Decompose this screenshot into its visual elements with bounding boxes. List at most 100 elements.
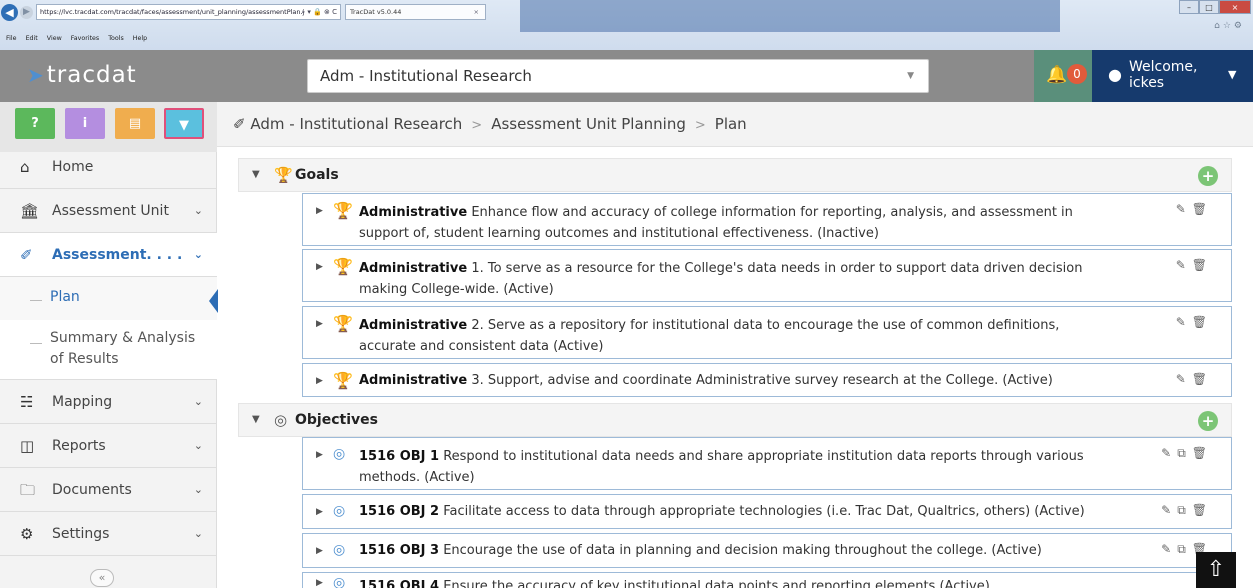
objective-row[interactable]: ▶ ◎ 1516 OBJ 1 Respond to institutional … [302,437,1232,490]
sidebar-item-settings[interactable]: ⚙ Settings ⌄ [0,512,217,556]
trash-icon[interactable]: 🗑 [1192,446,1213,460]
objective-text: 1516 OBJ 1 Respond to institutional data… [359,446,1119,488]
expand-triangle-icon[interactable]: ▶ [316,507,323,517]
notes-button[interactable]: ▤ [115,108,155,139]
sidebar-item-reports[interactable]: ◫ Reports ⌄ [0,424,217,468]
window-controls: – □ × [1179,0,1251,15]
gear-browser-icon[interactable]: ⚙ [1234,21,1245,31]
edit-icon[interactable]: ✎ [1161,503,1177,517]
sidebar-item-home[interactable]: ⌂ Home [0,145,217,189]
sidebar-subitem-label: Plan [50,289,80,305]
trash-icon[interactable]: 🗑 [1192,372,1213,386]
menu-help[interactable]: Help [133,35,147,42]
menu-tools[interactable]: Tools [108,35,124,42]
columns-icon: ◫ [20,437,35,455]
trash-icon[interactable]: 🗑 [1192,202,1213,216]
notifications-button[interactable]: 🔔 0 [1034,50,1092,102]
home-browser-icon[interactable]: ⌂ [1214,21,1223,31]
expand-triangle-icon[interactable]: ▶ [316,546,323,556]
menu-bar: File Edit View Favorites Tools Help [0,33,1253,45]
star-icon[interactable]: ☆ [1223,21,1234,31]
logo[interactable]: ➤tracdat [27,62,137,88]
copy-icon[interactable]: ⧉ [1177,542,1192,556]
menu-file[interactable]: File [6,35,17,42]
sidebar-item-documents[interactable]: 🗀 Documents ⌄ [0,468,217,512]
goal-row[interactable]: ▶ 🏆 Administrative 1. To serve as a reso… [302,249,1232,302]
row-actions: ✎⧉🗑 [1161,503,1213,518]
minimize-icon[interactable]: – [1179,0,1199,14]
goal-row[interactable]: ▶ 🏆 Administrative 3. Support, advise an… [302,363,1232,397]
back-icon[interactable]: ◀ [1,4,18,21]
expand-triangle-icon[interactable]: ▶ [316,206,323,216]
pencil-icon: ✐ [233,115,246,133]
copy-icon[interactable]: ⧉ [1177,503,1192,517]
edit-icon[interactable]: ✎ [1161,542,1177,556]
goal-row[interactable]: ▶ 🏆 Administrative Enhance flow and accu… [302,193,1232,246]
objective-row[interactable]: ▶ ◎ 1516 OBJ 3 Encourage the use of data… [302,533,1232,568]
sidebar-item-label: Documents [52,482,132,498]
objectives-header[interactable]: ▼ ◎ Objectives + [238,403,1232,437]
trash-icon[interactable]: 🗑 [1192,315,1213,329]
sidebar-item-label: Home [52,159,94,175]
info-button[interactable]: i [65,108,105,139]
target-icon: ◎ [333,503,346,519]
edit-icon[interactable]: ✎ [1176,372,1192,386]
target-icon: ◎ [333,446,346,462]
menu-favorites[interactable]: Favorites [71,35,99,42]
close-tab-icon[interactable]: × [474,5,479,19]
home-icon: ⌂ [20,158,30,176]
expand-triangle-icon[interactable]: ▶ [316,262,323,272]
objective-row[interactable]: ▶ ◎ 1516 OBJ 4 Ensure the accuracy of ke… [302,572,1232,588]
maximize-icon[interactable]: □ [1199,0,1219,14]
trash-icon[interactable]: 🗑 [1192,258,1213,272]
collapse-triangle-icon[interactable]: ▼ [252,404,260,436]
active-marker [209,289,218,313]
welcome-label: Welcome, [1129,59,1198,75]
forward-icon[interactable]: ▶ [20,6,33,19]
objective-text: 1516 OBJ 4 Ensure the accuracy of key in… [359,576,1119,588]
scroll-to-top-button[interactable]: ⇧ [1196,552,1236,588]
expand-triangle-icon[interactable]: ▶ [316,450,323,460]
sidebar-subitem-plan[interactable]: Plan [0,277,218,320]
breadcrumb-item-unit[interactable]: Adm - Institutional Research [250,115,462,133]
breadcrumb-item-planning[interactable]: Assessment Unit Planning [491,115,686,133]
filter-button[interactable]: ▼ [164,108,204,139]
expand-triangle-icon[interactable]: ▶ [316,578,323,588]
sidebar-item-assessment-unit[interactable]: 🏛 Assessment Unit ⌄ [0,189,217,233]
trash-icon[interactable]: 🗑 [1192,503,1213,517]
objective-row[interactable]: ▶ ◎ 1516 OBJ 2 Facilitate access to data… [302,494,1232,529]
goal-type: Administrative [359,261,468,276]
sidebar-item-label: Reports [52,438,106,454]
edit-icon[interactable]: ✎ [1176,202,1192,216]
notification-badge: 0 [1067,64,1087,84]
edit-icon[interactable]: ✎ [1176,315,1192,329]
sidebar-item-assessment[interactable]: ✐ Assessment. . . . ⌄ [0,233,217,277]
edit-icon[interactable]: ✎ [1161,446,1177,460]
menu-edit[interactable]: Edit [26,35,38,42]
collapse-sidebar-button[interactable]: « [90,569,114,587]
menu-view[interactable]: View [47,35,62,42]
close-window-icon[interactable]: × [1219,0,1251,14]
sidebar-item-mapping[interactable]: ☵ Mapping ⌄ [0,380,217,424]
add-goal-button[interactable]: + [1198,166,1218,186]
objective-id: 1516 OBJ 2 [359,504,440,519]
help-button[interactable]: ? [15,108,55,139]
copy-icon[interactable]: ⧉ [1177,446,1192,460]
add-objective-button[interactable]: + [1198,411,1218,431]
sitemap-icon: ☵ [20,393,34,411]
trophy-icon: 🏆 [333,257,353,276]
goal-row[interactable]: ▶ 🏆 Administrative 2. Serve as a reposit… [302,306,1232,359]
section-title: Goals [295,167,339,183]
expand-triangle-icon[interactable]: ▶ [316,376,323,386]
goals-header[interactable]: ▼ 🏆 Goals + [238,158,1232,192]
expand-triangle-icon[interactable]: ▶ [316,319,323,329]
tree-dash [30,343,42,344]
edit-icon[interactable]: ✎ [1176,258,1192,272]
address-bar[interactable]: https://lvc.tracdat.com/tracdat/faces/as… [36,4,341,20]
institution-select[interactable]: Adm - Institutional Research ▼ [307,59,929,93]
collapse-triangle-icon[interactable]: ▼ [252,159,260,191]
browser-tab[interactable]: TracDat v5.0.44 × [345,4,486,20]
sidebar-subitem-summary[interactable]: Summary & Analysis of Results [0,320,217,380]
user-menu[interactable]: ● Welcome, ickes ▼ [1092,50,1253,102]
sidebar: ➤tracdat ? i ▤ ▼ ⌂ Home 🏛 Assessment Uni… [0,50,218,588]
